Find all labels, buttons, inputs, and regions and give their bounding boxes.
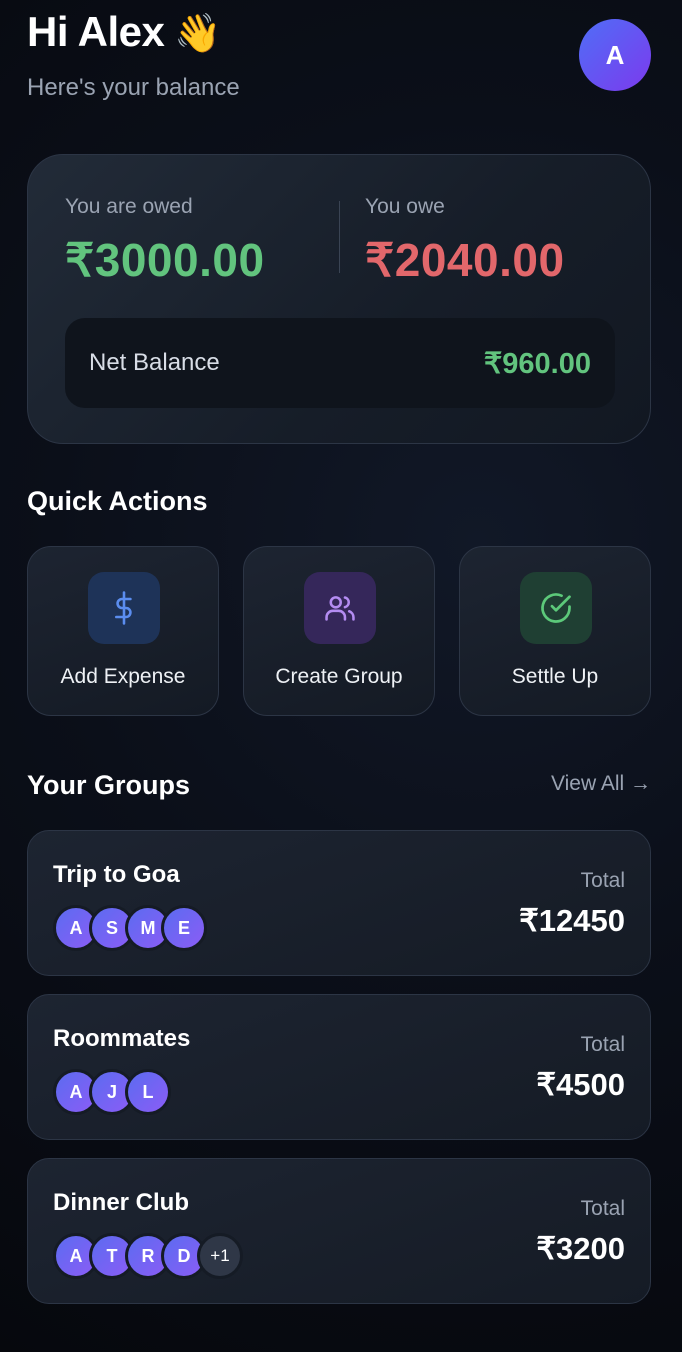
wave-icon: 👋 bbox=[174, 11, 222, 55]
owed-column: You are owed ₹3000.00 bbox=[65, 195, 265, 287]
greeting-title: Hi Alex 👋 bbox=[27, 8, 222, 56]
quick-actions-title: Quick Actions bbox=[27, 486, 208, 516]
member-avatars: A T R D +1 bbox=[53, 1233, 243, 1279]
users-icon bbox=[304, 572, 376, 644]
owe-amount: ₹2040.00 bbox=[365, 234, 565, 286]
your-groups-title: Your Groups bbox=[27, 770, 191, 800]
create-group-label: Create Group bbox=[275, 665, 403, 688]
group-total: ₹4500 bbox=[536, 1067, 625, 1102]
add-expense-button[interactable]: Add Expense bbox=[27, 546, 219, 716]
group-total: ₹12450 bbox=[519, 903, 625, 938]
group-total-label: Total bbox=[580, 869, 625, 892]
owed-amount: ₹3000.00 bbox=[65, 234, 265, 286]
home-screen: Hi Alex 👋 Here's your balance A You are o… bbox=[0, 0, 682, 1352]
owed-label: You are owed bbox=[65, 195, 193, 218]
balance-card: You are owed ₹3000.00 You owe ₹2040.00 N… bbox=[27, 154, 651, 444]
group-total-label: Total bbox=[580, 1033, 625, 1056]
settle-up-button[interactable]: Settle Up bbox=[459, 546, 651, 716]
group-card-dinner-club[interactable]: Dinner Club A T R D +1 Total ₹3200 bbox=[27, 1158, 651, 1304]
extra-members-badge: +1 bbox=[197, 1233, 243, 1279]
member-avatar: E bbox=[161, 905, 207, 951]
member-avatars: A S M E bbox=[53, 905, 207, 951]
group-name: Dinner Club bbox=[53, 1189, 189, 1216]
owe-column: You owe ₹2040.00 bbox=[365, 195, 565, 287]
check-circle-icon bbox=[520, 572, 592, 644]
settle-up-label: Settle Up bbox=[511, 665, 599, 688]
group-card-trip-to-goa[interactable]: Trip to Goa A S M E Total ₹12450 bbox=[27, 830, 651, 976]
net-balance-label: Net Balance bbox=[89, 349, 220, 376]
group-total: ₹3200 bbox=[536, 1231, 625, 1266]
group-total-label: Total bbox=[580, 1197, 625, 1220]
add-expense-label: Add Expense bbox=[60, 665, 186, 688]
member-avatars: A J L bbox=[53, 1069, 171, 1115]
net-balance-amount: ₹960.00 bbox=[483, 347, 591, 380]
group-name: Roommates bbox=[53, 1025, 191, 1052]
create-group-button[interactable]: Create Group bbox=[243, 546, 435, 716]
net-balance-box: Net Balance ₹960.00 bbox=[65, 318, 615, 408]
dollar-icon bbox=[88, 572, 160, 644]
view-all-link[interactable]: View All → bbox=[551, 772, 651, 796]
owe-label: You owe bbox=[365, 195, 445, 218]
balance-subtitle: Here's your balance bbox=[27, 74, 240, 101]
group-card-roommates[interactable]: Roommates A J L Total ₹4500 bbox=[27, 994, 651, 1140]
header: Hi Alex 👋 Here's your balance A bbox=[27, 0, 651, 120]
balance-divider bbox=[339, 201, 340, 273]
greeting-text: Hi Alex bbox=[27, 8, 165, 55]
profile-avatar[interactable]: A bbox=[579, 19, 651, 91]
group-name: Trip to Goa bbox=[53, 861, 180, 888]
member-avatar: L bbox=[125, 1069, 171, 1115]
